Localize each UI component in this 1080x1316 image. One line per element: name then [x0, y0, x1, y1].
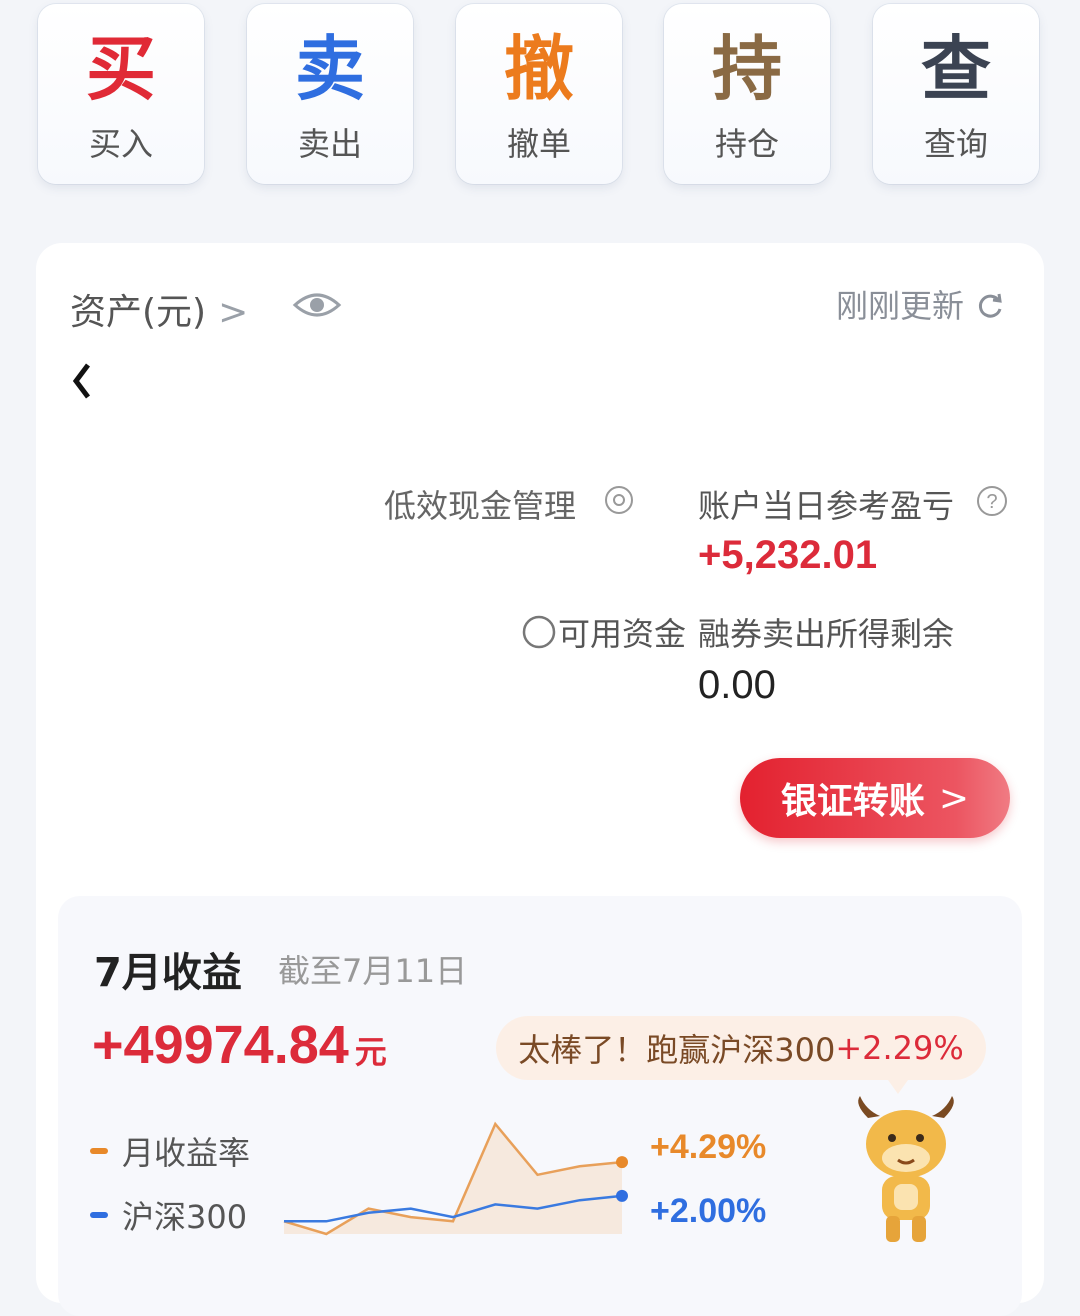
cancel-glyph: 撤 [504, 28, 574, 110]
buy-glyph: 买 [86, 28, 156, 110]
holdings-button[interactable]: 持 持仓 [664, 4, 830, 184]
updated-text: 刚刚更新 [835, 287, 964, 325]
query-button[interactable]: 查 查询 [873, 4, 1039, 184]
daily-pl-value: +5,232.01 [698, 533, 878, 577]
monthly-return-pct: +4.29% [650, 1128, 767, 1166]
cash-management-label: 低效现金管理 [384, 487, 577, 525]
legend-index: 沪深300 [90, 1192, 247, 1238]
help-icon[interactable]: ? [976, 485, 1008, 517]
chevron-right-icon: > [218, 292, 249, 333]
query-label: 查询 [923, 125, 988, 163]
bank-transfer-label: 银证转账 [780, 781, 925, 822]
cancel-order-button[interactable]: 撤 撤单 [456, 4, 622, 184]
back-arrow-icon[interactable] [70, 361, 94, 401]
income-title: 7月收益 [94, 950, 242, 996]
refresh-icon[interactable] [978, 293, 1004, 319]
sell-button[interactable]: 卖 卖出 [247, 4, 413, 184]
radio-icon[interactable] [522, 615, 556, 649]
svg-text:?: ? [986, 491, 997, 513]
buy-label: 买入 [88, 125, 153, 163]
available-funds-label: 可用资金 [558, 615, 687, 653]
last-updated: 刚刚更新 [836, 281, 1004, 327]
income-amount: +49974.84 [92, 1015, 349, 1075]
holdings-label: 持仓 [714, 125, 779, 163]
bubble-tail [888, 1080, 908, 1094]
assets-title: 资产(元) [70, 292, 207, 333]
legend-index-label: 沪深300 [122, 1198, 248, 1236]
legend-monthly: 月收益率 [90, 1128, 250, 1174]
bank-transfer-button[interactable]: 银证转账 > [740, 758, 1010, 838]
short-sale-proceeds-label: 融券卖出所得剩余 [698, 615, 955, 653]
buy-button[interactable]: 买 买入 [38, 4, 204, 184]
trend-chart [283, 1121, 628, 1236]
holdings-glyph: 持 [712, 28, 782, 110]
quick-actions: 买 买入 卖 卖出 撤 撤单 持 持仓 查 查询 [38, 4, 1042, 186]
index-end-point [616, 1189, 628, 1202]
monthly-end-point [616, 1156, 628, 1169]
monthly-income-panel[interactable]: 7月收益 截至7月11日 +49974.84 元 太棒了！跑赢沪深300 +2.29… [58, 896, 1022, 1316]
cancel-label: 撤单 [506, 125, 571, 163]
chevron-right-icon: > [938, 777, 970, 819]
income-as-of: 截至7月11日 [278, 952, 468, 990]
legend-swatch-orange [90, 1148, 108, 1154]
assets-title-link[interactable]: 资产(元) > [70, 283, 248, 335]
legend-swatch-blue [90, 1212, 108, 1218]
income-unit: 元 [354, 1034, 387, 1070]
outperform-bubble: 太棒了！跑赢沪深300 +2.29% [496, 1016, 986, 1080]
bubble-text: 太棒了！跑赢沪深300 [518, 1031, 836, 1069]
bubble-delta: +2.29% [835, 1029, 964, 1067]
index-return-pct: +2.00% [650, 1192, 767, 1230]
asset-card: 资产(元) > 刚刚更新 低效现金管理 账户当日参考盈亏 ? +5,232.01 … [36, 243, 1044, 1316]
help-icon[interactable] [604, 485, 634, 515]
sell-label: 卖出 [297, 125, 362, 163]
eye-icon[interactable] [292, 287, 342, 323]
short-sale-proceeds-value: 0.00 [698, 663, 776, 707]
daily-pl-label: 账户当日参考盈亏 [698, 487, 955, 525]
legend-monthly-label: 月收益率 [122, 1134, 251, 1172]
query-glyph: 查 [921, 28, 991, 110]
income-value: +49974.84 元 [92, 1014, 387, 1076]
mascot-ox-icon [858, 1096, 954, 1242]
sell-glyph: 卖 [295, 28, 365, 110]
